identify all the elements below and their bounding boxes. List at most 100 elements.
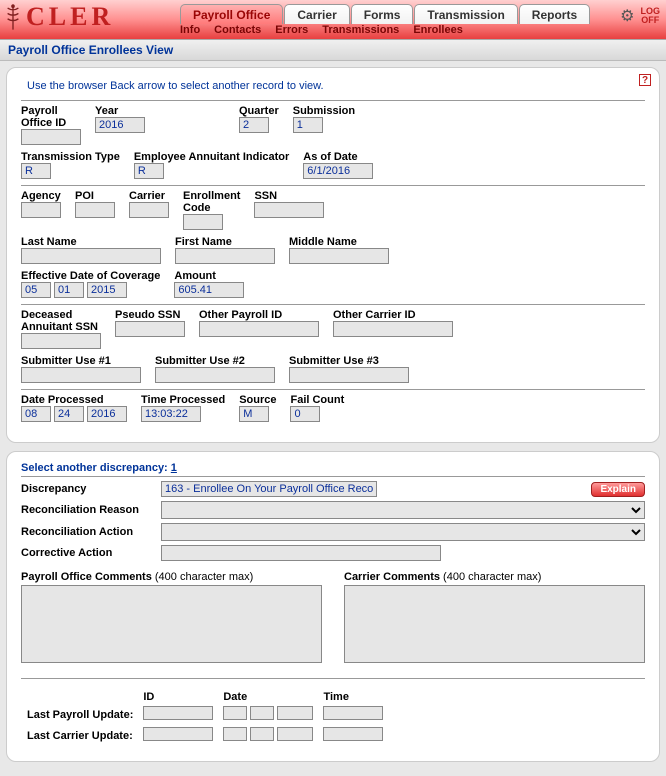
carrier-comments-col: Carrier Comments (400 character max) [344, 571, 645, 666]
help-icon[interactable]: ? [639, 74, 651, 86]
col-time: Time [319, 691, 387, 703]
carrier-update-date-mm [223, 727, 247, 741]
field-as-of-date: As of Date 6/1/2016 [303, 151, 373, 179]
discrepancy-value [161, 481, 377, 497]
separator [21, 389, 645, 390]
value-as-of-date: 6/1/2016 [303, 163, 373, 179]
payroll-update-time [323, 706, 383, 720]
payroll-update-id [143, 706, 213, 720]
gear-icon[interactable]: ⚙ [620, 6, 634, 26]
carrier-comments-textarea[interactable] [344, 585, 645, 663]
reconciliation-reason-select[interactable] [161, 501, 645, 519]
tab-carrier[interactable]: Carrier [284, 4, 349, 24]
value-eff-dd: 01 [54, 282, 84, 298]
subnav-errors[interactable]: Errors [275, 24, 308, 36]
field-carrier: Carrier [129, 190, 169, 230]
value-poi [75, 202, 115, 218]
value-agency [21, 202, 61, 218]
carrier-update-time [323, 727, 383, 741]
field-eai: Employee Annuitant Indicator R [134, 151, 289, 179]
row-reason: Reconciliation Reason [21, 501, 645, 519]
value-other-payroll-id [199, 321, 319, 337]
explain-button[interactable]: Explain [591, 482, 645, 497]
payroll-update-date-dd [250, 706, 274, 720]
value-eai: R [134, 163, 164, 179]
field-time-processed: Time Processed 13:03:22 [141, 394, 225, 422]
value-first-name [175, 248, 275, 264]
update-table: ID Date Time Last Payroll Update: Last C… [21, 689, 389, 747]
logoff-button[interactable]: LOG OFF [641, 7, 661, 25]
select-discrepancy-row: Select another discrepancy: 1 [21, 462, 645, 474]
payroll-update-date-yyyy [277, 706, 313, 720]
value-dp-dd: 24 [54, 406, 84, 422]
reconciliation-action-select[interactable] [161, 523, 645, 541]
record-panel: ? Use the browser Back arrow to select a… [6, 67, 660, 443]
header-right: ⚙ LOG OFF [620, 6, 660, 26]
subnav-enrollees[interactable]: Enrollees [413, 24, 463, 36]
tab-transmission[interactable]: Transmission [414, 4, 517, 24]
value-middle-name [289, 248, 389, 264]
hint-text: Use the browser Back arrow to select ano… [21, 78, 645, 98]
value-deceased-ssn [21, 333, 101, 349]
subnav-contacts[interactable]: Contacts [214, 24, 261, 36]
value-amount: 605.41 [174, 282, 244, 298]
value-dp-mm: 08 [21, 406, 51, 422]
field-amount: Amount 605.41 [174, 270, 244, 298]
field-last-name: Last Name [21, 236, 161, 264]
subnav-info[interactable]: Info [180, 24, 200, 36]
carrier-comments-title: Carrier Comments [344, 571, 440, 583]
field-date-processed: Date Processed 08 24 2016 [21, 394, 127, 422]
value-transmission-type: R [21, 163, 51, 179]
field-first-name: First Name [175, 236, 275, 264]
row-discrepancy: Discrepancy Explain [21, 481, 645, 497]
col-date: Date [219, 691, 317, 703]
separator [21, 185, 645, 186]
value-eff-yyyy: 2015 [87, 282, 127, 298]
field-sub2: Submitter Use #2 [155, 355, 275, 383]
payroll-comments-textarea[interactable] [21, 585, 322, 663]
comments-row: Payroll Office Comments (400 character m… [21, 571, 645, 666]
carrier-update-date-dd [250, 727, 274, 741]
select-discrepancy-label: Select another discrepancy: [21, 462, 168, 474]
value-pseudo-ssn [115, 321, 185, 337]
field-sub3: Submitter Use #3 [289, 355, 409, 383]
row-last-payroll-update: Last Payroll Update: [23, 705, 387, 724]
field-fail-count: Fail Count 0 [290, 394, 344, 422]
discrepancy-panel: Select another discrepancy: 1 Discrepanc… [6, 451, 660, 762]
page-title: Payroll Office Enrollees View [0, 40, 666, 61]
row-corrective: Corrective Action [21, 545, 645, 561]
value-year: 2016 [95, 117, 145, 133]
logoff-line2: OFF [641, 16, 661, 25]
main-tabs: Payroll Office Carrier Forms Transmissio… [180, 4, 590, 24]
value-sub3 [289, 367, 409, 383]
discrepancy-link-1[interactable]: 1 [171, 462, 177, 474]
separator [21, 304, 645, 305]
tab-reports[interactable]: Reports [519, 4, 590, 24]
tab-forms[interactable]: Forms [351, 4, 414, 24]
value-ssn [254, 202, 324, 218]
field-pseudo-ssn: Pseudo SSN [115, 309, 185, 349]
carrier-comments-limit: (400 character max) [440, 571, 541, 583]
subnav-transmissions[interactable]: Transmissions [322, 24, 399, 36]
field-middle-name: Middle Name [289, 236, 389, 264]
value-carrier [129, 202, 169, 218]
field-other-payroll-id: Other Payroll ID [199, 309, 319, 349]
carrier-update-id [143, 727, 213, 741]
caduceus-icon [4, 4, 22, 30]
payroll-comments-limit: (400 character max) [152, 571, 253, 583]
value-dp-yyyy: 2016 [87, 406, 127, 422]
field-enrollment-code: EnrollmentCode [183, 190, 240, 230]
app-logo: CLER [0, 0, 122, 32]
sub-nav: Info Contacts Errors Transmissions Enrol… [180, 24, 463, 36]
field-payroll-office-id: PayrollOffice ID [21, 105, 81, 145]
separator [21, 476, 645, 477]
corrective-action-input[interactable] [161, 545, 441, 561]
logo-text: CLER [26, 2, 114, 32]
tab-payroll-office[interactable]: Payroll Office [180, 4, 283, 24]
value-source: M [239, 406, 269, 422]
value-enrollment-code [183, 214, 223, 230]
content-area: ? Use the browser Back arrow to select a… [0, 61, 666, 776]
value-last-name [21, 248, 161, 264]
field-agency: Agency [21, 190, 61, 230]
row-action: Reconciliation Action [21, 523, 645, 541]
